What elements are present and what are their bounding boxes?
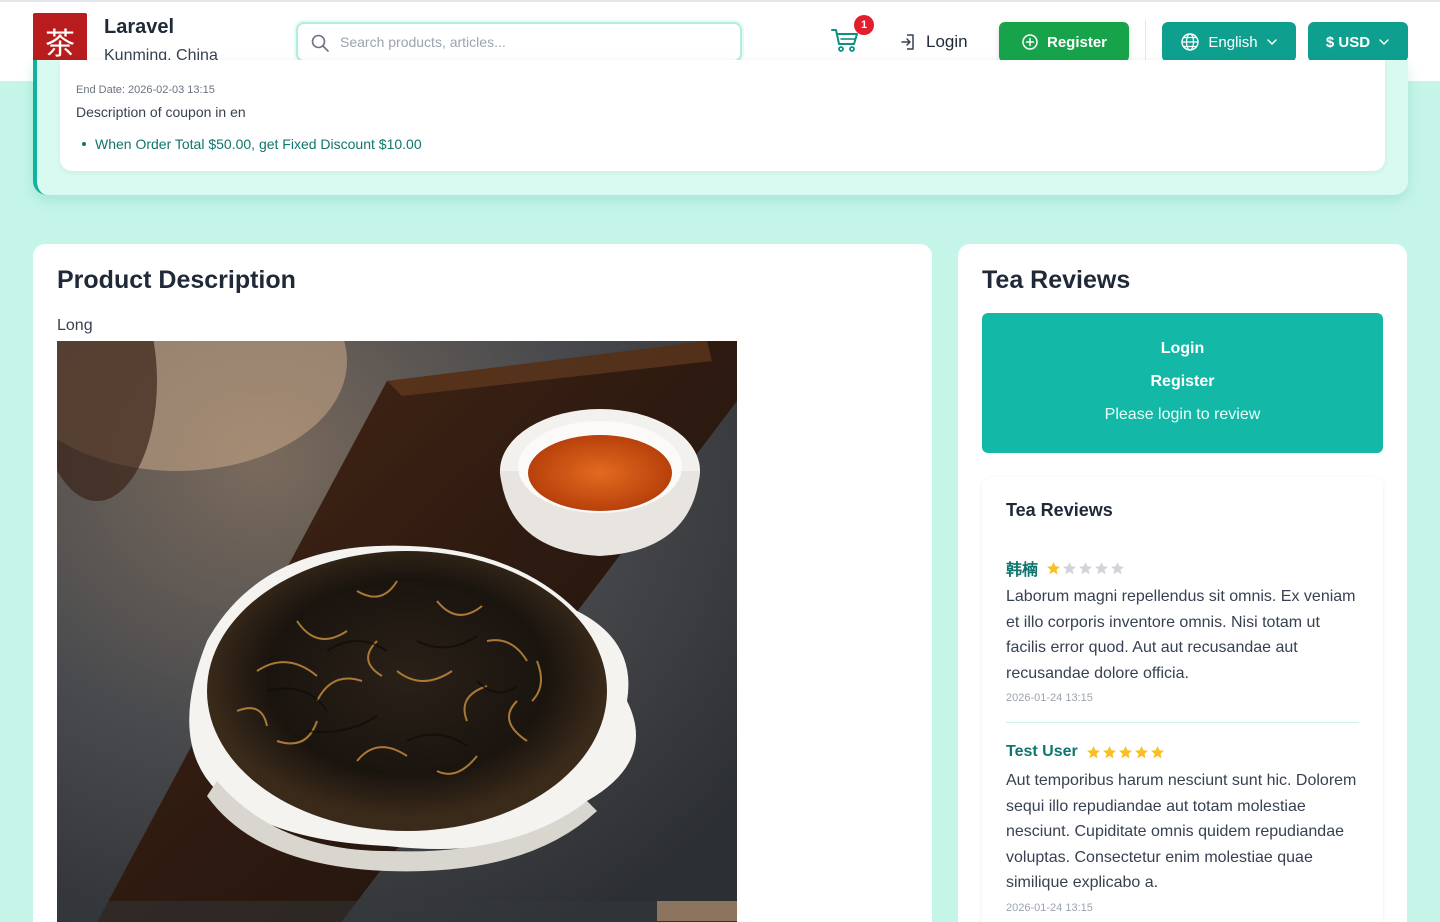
review-author: Test User — [1006, 743, 1078, 760]
coupon-description: Description of coupon in en — [76, 104, 246, 120]
star-filled-icon — [1118, 745, 1132, 758]
bullet-icon — [82, 142, 86, 146]
header-register-button[interactable]: Register — [999, 22, 1129, 62]
language-selector[interactable]: English — [1162, 22, 1296, 62]
currency-label: $ USD — [1325, 33, 1371, 51]
header-login-label: Login — [926, 32, 968, 51]
review-date: 2026-01-24 13:15 — [1006, 692, 1093, 704]
coupon-details — [60, 60, 1385, 171]
coupon-end-date: End Date: 2026-02-03 13:15 — [76, 84, 215, 96]
star-filled-icon — [1047, 561, 1060, 574]
review-divider — [1006, 722, 1359, 723]
star-rating — [1046, 561, 1125, 576]
review-text: Aut temporibus harum nesciunt sunt hic. … — [1006, 772, 1357, 891]
site-name[interactable]: Laravel — [104, 16, 174, 39]
tea-reviews-title: Tea Reviews — [982, 266, 1131, 294]
star-empty-icon — [1079, 561, 1092, 574]
chevron-down-icon — [1266, 39, 1277, 45]
product-description-title: Product Description — [57, 266, 296, 294]
coupon-rule-text: When Order Total $50.00, get Fixed Disco… — [95, 136, 422, 152]
star-empty-icon — [1095, 561, 1108, 574]
header-login-link[interactable]: Login — [898, 29, 968, 55]
header-divider — [1145, 20, 1146, 62]
star-filled-icon — [1086, 745, 1100, 758]
search-icon — [311, 34, 329, 52]
review-item: Test User Aut temporibus harum nesciunt … — [1006, 740, 1361, 914]
review-register-link[interactable]: Register — [982, 373, 1383, 391]
star-filled-icon — [1102, 745, 1116, 758]
star-rating — [1086, 745, 1165, 760]
chevron-down-icon — [1379, 39, 1389, 45]
star-filled-icon — [1150, 745, 1164, 758]
globe-icon — [1181, 33, 1200, 51]
product-description-text: Long — [57, 317, 93, 334]
star-empty-icon — [1063, 561, 1076, 574]
review-login-box: Login Register Please login to review — [982, 313, 1383, 453]
login-icon — [901, 34, 914, 50]
review-item: 韩楠 Laborum magni repellendus sit omnis. … — [1006, 556, 1361, 704]
star-empty-icon — [1111, 561, 1124, 574]
language-label: English — [1208, 33, 1258, 51]
review-login-link[interactable]: Login — [982, 340, 1383, 358]
cart-count-badge: 1 — [854, 15, 874, 35]
plus-circle-icon — [1022, 34, 1038, 50]
review-login-prompt: Please login to review — [1104, 406, 1261, 423]
star-filled-icon — [1134, 745, 1148, 758]
review-author: 韩楠 — [1006, 562, 1039, 579]
product-image — [57, 341, 737, 922]
coupon-rule-item: When Order Total $50.00, get Fixed Disco… — [82, 136, 422, 152]
search-box — [296, 22, 742, 62]
header-register-label: Register — [1046, 33, 1108, 51]
search-input[interactable] — [340, 24, 730, 60]
reviews-list-title: Tea Reviews — [1006, 500, 1113, 520]
currency-selector[interactable]: $ USD — [1308, 22, 1408, 62]
review-text: Laborum magni repellendus sit omnis. Ex … — [1006, 588, 1356, 682]
review-date: 2026-01-24 13:15 — [1006, 901, 1093, 914]
